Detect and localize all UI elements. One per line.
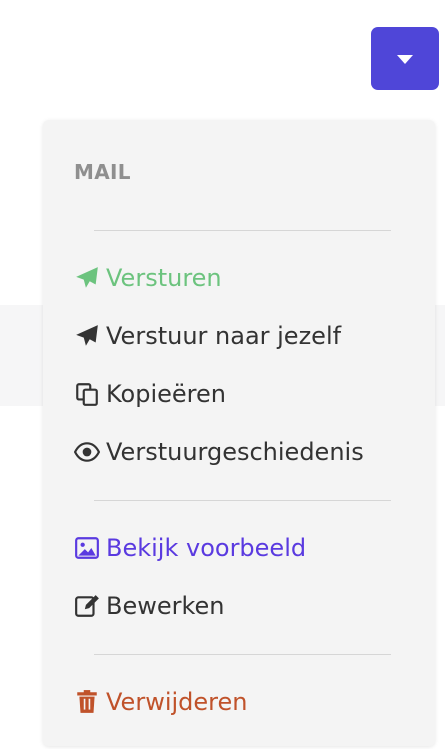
paper-plane-icon: [76, 325, 98, 346]
menu-item-label: Verstuur naar jezelf: [106, 322, 342, 350]
menu-divider: [94, 654, 391, 655]
menu-item-label: Versturen: [106, 264, 222, 292]
menu-item-label: Verwijderen: [106, 688, 248, 716]
menu-item-label: Verstuurgeschiedenis: [106, 438, 364, 466]
menu-divider: [94, 230, 391, 231]
menu-item-versturen[interactable]: Versturen: [74, 261, 222, 295]
menu-item-verstuurgeschiedenis[interactable]: Verstuurgeschiedenis: [74, 435, 364, 469]
menu-item-label: Bewerken: [106, 592, 225, 620]
eye-icon: [74, 442, 100, 462]
menu-item-bekijk-voorbeeld[interactable]: Bekijk voorbeeld: [74, 531, 306, 565]
dropdown-toggle-button[interactable]: [371, 27, 439, 90]
caret-down-icon: [397, 55, 413, 64]
trash-icon: [77, 690, 97, 713]
menu-header: MAIL: [74, 160, 131, 184]
paper-plane-icon: [76, 267, 98, 288]
menu-divider: [94, 500, 391, 501]
menu-item-bewerken[interactable]: Bewerken: [74, 589, 225, 623]
dropdown-menu: MAIL Versturen Verstuur naar jezelf Kopi…: [43, 120, 435, 746]
copy-icon: [76, 383, 98, 406]
menu-item-label: Kopieëren: [106, 380, 226, 408]
menu-item-kopieeren[interactable]: Kopieëren: [74, 377, 226, 411]
edit-icon: [75, 595, 99, 617]
menu-item-verstuur-naar-jezelf[interactable]: Verstuur naar jezelf: [74, 319, 341, 353]
menu-item-verwijderen[interactable]: Verwijderen: [74, 685, 247, 719]
image-icon: [75, 537, 99, 559]
menu-item-label: Bekijk voorbeeld: [106, 534, 307, 562]
